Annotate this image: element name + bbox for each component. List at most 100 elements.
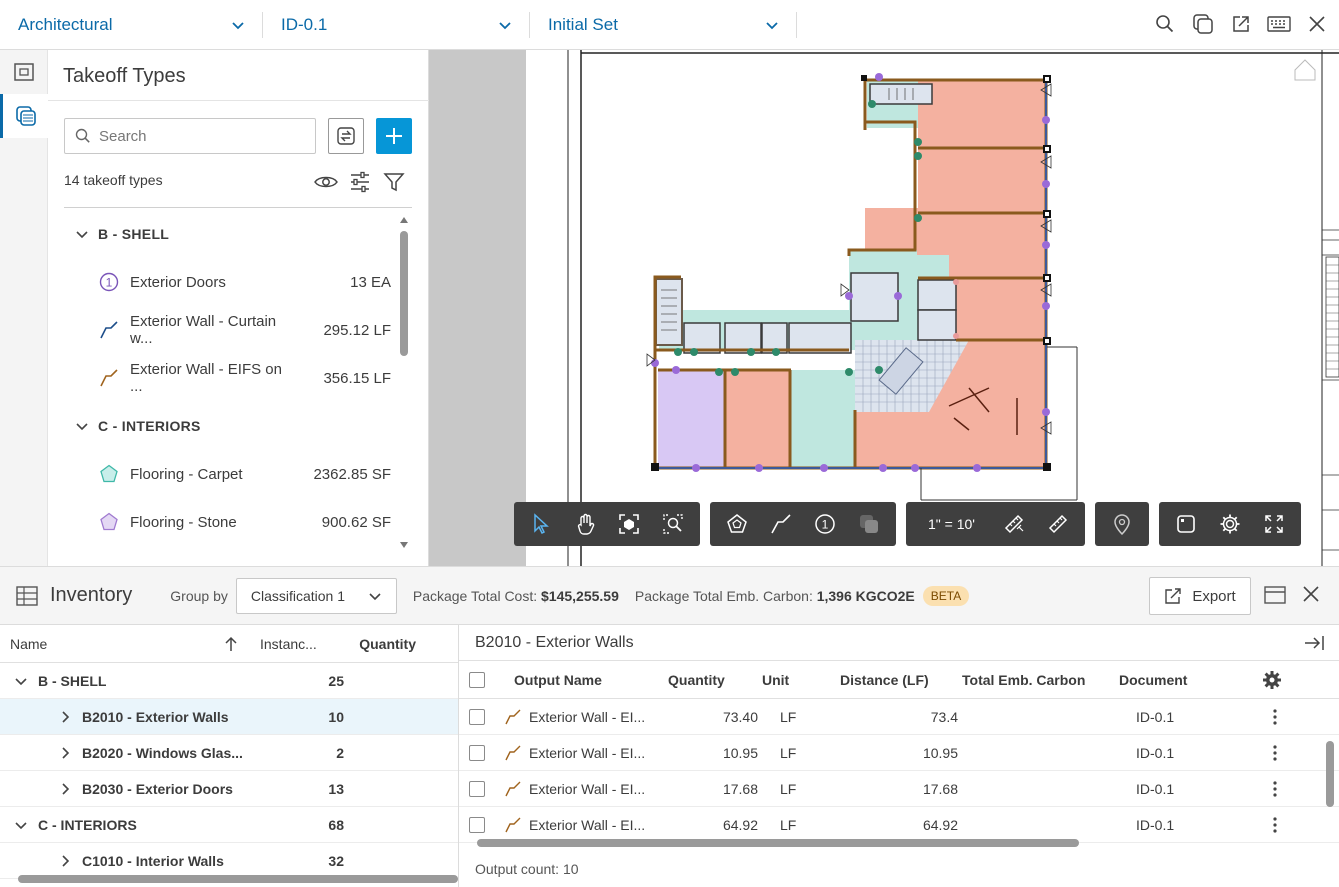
export-button[interactable]: Export [1149, 577, 1251, 615]
group-c-interiors[interactable]: C - INTERIORS [64, 402, 399, 450]
unit-header[interactable]: Unit [762, 672, 832, 688]
group-b-shell[interactable]: B - SHELL [64, 210, 399, 258]
name-column-header[interactable]: Name [10, 636, 224, 652]
sheets-tab[interactable] [0, 50, 48, 94]
version-set-select[interactable]: Initial Set [530, 0, 797, 50]
gear-icon[interactable] [1262, 670, 1282, 690]
chevron-down-icon[interactable] [14, 674, 28, 688]
chevron-right-icon[interactable] [58, 746, 72, 760]
tree-row-c1010[interactable]: C1010 - Interior Walls 32 [0, 843, 458, 879]
row-checkbox[interactable] [469, 780, 485, 797]
sheet-view-button[interactable] [1167, 506, 1205, 542]
quantity-column-header[interactable]: Quantity [356, 636, 416, 652]
scale-select[interactable]: 1" = 10' [914, 516, 989, 532]
output-row[interactable]: Exterior Wall - EI... 73.40 LF 73.4 ID-0… [459, 699, 1339, 735]
linear-tool-button[interactable] [762, 506, 800, 542]
measure-button[interactable] [1039, 506, 1077, 542]
layers-tool-button[interactable] [850, 506, 888, 542]
output-document[interactable]: ID-0.1 [1108, 817, 1218, 833]
import-button[interactable] [328, 118, 364, 154]
takeoff-tab[interactable] [0, 94, 48, 138]
linear-icon [98, 319, 120, 341]
quantity-header[interactable]: Quantity [666, 672, 758, 688]
output-unit: LF [780, 744, 797, 761]
takeoff-item-curtain-wall[interactable]: Exterior Wall - Curtain w... 295.12 LF [64, 306, 399, 354]
chevron-right-icon[interactable] [58, 782, 72, 796]
add-takeoff-type-button[interactable] [376, 118, 412, 154]
takeoff-item-exterior-doors[interactable]: 1 Exterior Doors 13 EA [64, 258, 399, 306]
more-vertical-icon[interactable] [1272, 816, 1278, 834]
horizontal-scrollbar[interactable] [18, 875, 458, 883]
filter-icon[interactable] [382, 170, 406, 194]
group-by-select[interactable]: Classification 1 [235, 577, 397, 614]
takeoff-item-flooring-stone[interactable]: Flooring - Stone 900.62 SF [64, 498, 399, 546]
fullscreen-button[interactable] [1255, 506, 1293, 542]
chevron-right-icon[interactable] [58, 710, 72, 724]
tree-row-b2030[interactable]: B2030 - Exterior Doors 13 [0, 771, 458, 807]
chevron-down-icon[interactable] [14, 818, 28, 832]
sort-up-icon[interactable] [224, 636, 238, 652]
output-row[interactable]: Exterior Wall - EI... 64.92 LF 64.92 ID-… [459, 807, 1339, 843]
count-tool-button[interactable]: 1 [806, 506, 844, 542]
sheet-select[interactable]: ID-0.1 [263, 0, 530, 50]
close-inventory-button[interactable] [1302, 585, 1320, 603]
output-vertical-scrollbar[interactable] [1326, 741, 1334, 807]
plus-icon [386, 128, 402, 144]
collapse-panel-icon[interactable] [1303, 635, 1325, 651]
row-checkbox[interactable] [469, 708, 485, 725]
tree-row-c-interiors[interactable]: C - INTERIORS 68 [0, 807, 458, 843]
distance-header[interactable]: Distance (LF) [832, 672, 962, 688]
pan-tool-button[interactable] [566, 506, 604, 542]
row-checkbox[interactable] [469, 816, 485, 833]
select-tool-button[interactable] [522, 506, 560, 542]
chevron-down-icon [369, 592, 381, 600]
search-icon[interactable] [1153, 12, 1177, 36]
calibrate-button[interactable] [995, 506, 1033, 542]
discipline-select[interactable]: Architectural [0, 0, 263, 50]
takeoff-item-flooring-carpet[interactable]: Flooring - Carpet 2362.85 SF [64, 450, 399, 498]
vertical-scrollbar[interactable] [399, 215, 409, 550]
document-header[interactable]: Document [1112, 672, 1222, 688]
dock-panel-button[interactable] [1264, 585, 1286, 605]
area-tool-button[interactable] [718, 506, 756, 542]
output-distance: 73.4 [930, 708, 958, 725]
fit-icon [619, 514, 639, 534]
pushpin-button[interactable] [1103, 506, 1141, 542]
more-vertical-icon[interactable] [1272, 708, 1278, 726]
output-horizontal-scrollbar[interactable] [477, 839, 1079, 847]
more-vertical-icon[interactable] [1272, 780, 1278, 798]
close-icon[interactable] [1305, 12, 1329, 36]
select-all-checkbox[interactable] [469, 671, 485, 688]
more-vertical-icon[interactable] [1272, 744, 1278, 762]
keyboard-icon[interactable] [1267, 12, 1291, 36]
share-icon[interactable] [1229, 12, 1253, 36]
close-icon [1303, 586, 1319, 602]
carbon-header[interactable]: Total Emb. Carbon [962, 672, 1112, 688]
output-document[interactable]: ID-0.1 [1108, 781, 1218, 797]
tree-row-b2020[interactable]: B2020 - Windows Glas... 2 [0, 735, 458, 771]
drawing-viewer[interactable]: 1 1" = 10' [429, 50, 1339, 566]
tree-row-b2010[interactable]: B2010 - Exterior Walls 10 [0, 699, 458, 735]
fit-view-button[interactable] [610, 506, 648, 542]
chevron-right-icon[interactable] [58, 854, 72, 868]
instances-column-header[interactable]: Instanc... [260, 636, 356, 652]
output-document[interactable]: ID-0.1 [1108, 745, 1218, 761]
output-row[interactable]: Exterior Wall - EI... 17.68 LF 17.68 ID-… [459, 771, 1339, 807]
settings-sliders-icon[interactable] [348, 170, 372, 194]
navigation-tool-group [514, 502, 700, 546]
search-input[interactable] [99, 127, 299, 145]
row-instances: 32 [328, 852, 344, 869]
row-checkbox[interactable] [469, 744, 485, 761]
search-box[interactable] [64, 118, 316, 154]
takeoff-item-eifs-wall[interactable]: Exterior Wall - EIFS on ... 356.15 LF [64, 354, 399, 402]
settings-button[interactable] [1211, 506, 1249, 542]
compare-icon[interactable] [1191, 12, 1215, 36]
count-icon: 1 [815, 514, 835, 534]
output-name-header[interactable]: Output Name [485, 672, 666, 688]
zoom-window-button[interactable] [654, 506, 692, 542]
output-row[interactable]: Exterior Wall - EI... 10.95 LF 10.95 ID-… [459, 735, 1339, 771]
tree-row-b-shell[interactable]: B - SHELL 25 [0, 663, 458, 699]
visibility-icon[interactable] [314, 170, 338, 194]
output-document[interactable]: ID-0.1 [1108, 709, 1218, 725]
chevron-down-icon [232, 21, 244, 29]
